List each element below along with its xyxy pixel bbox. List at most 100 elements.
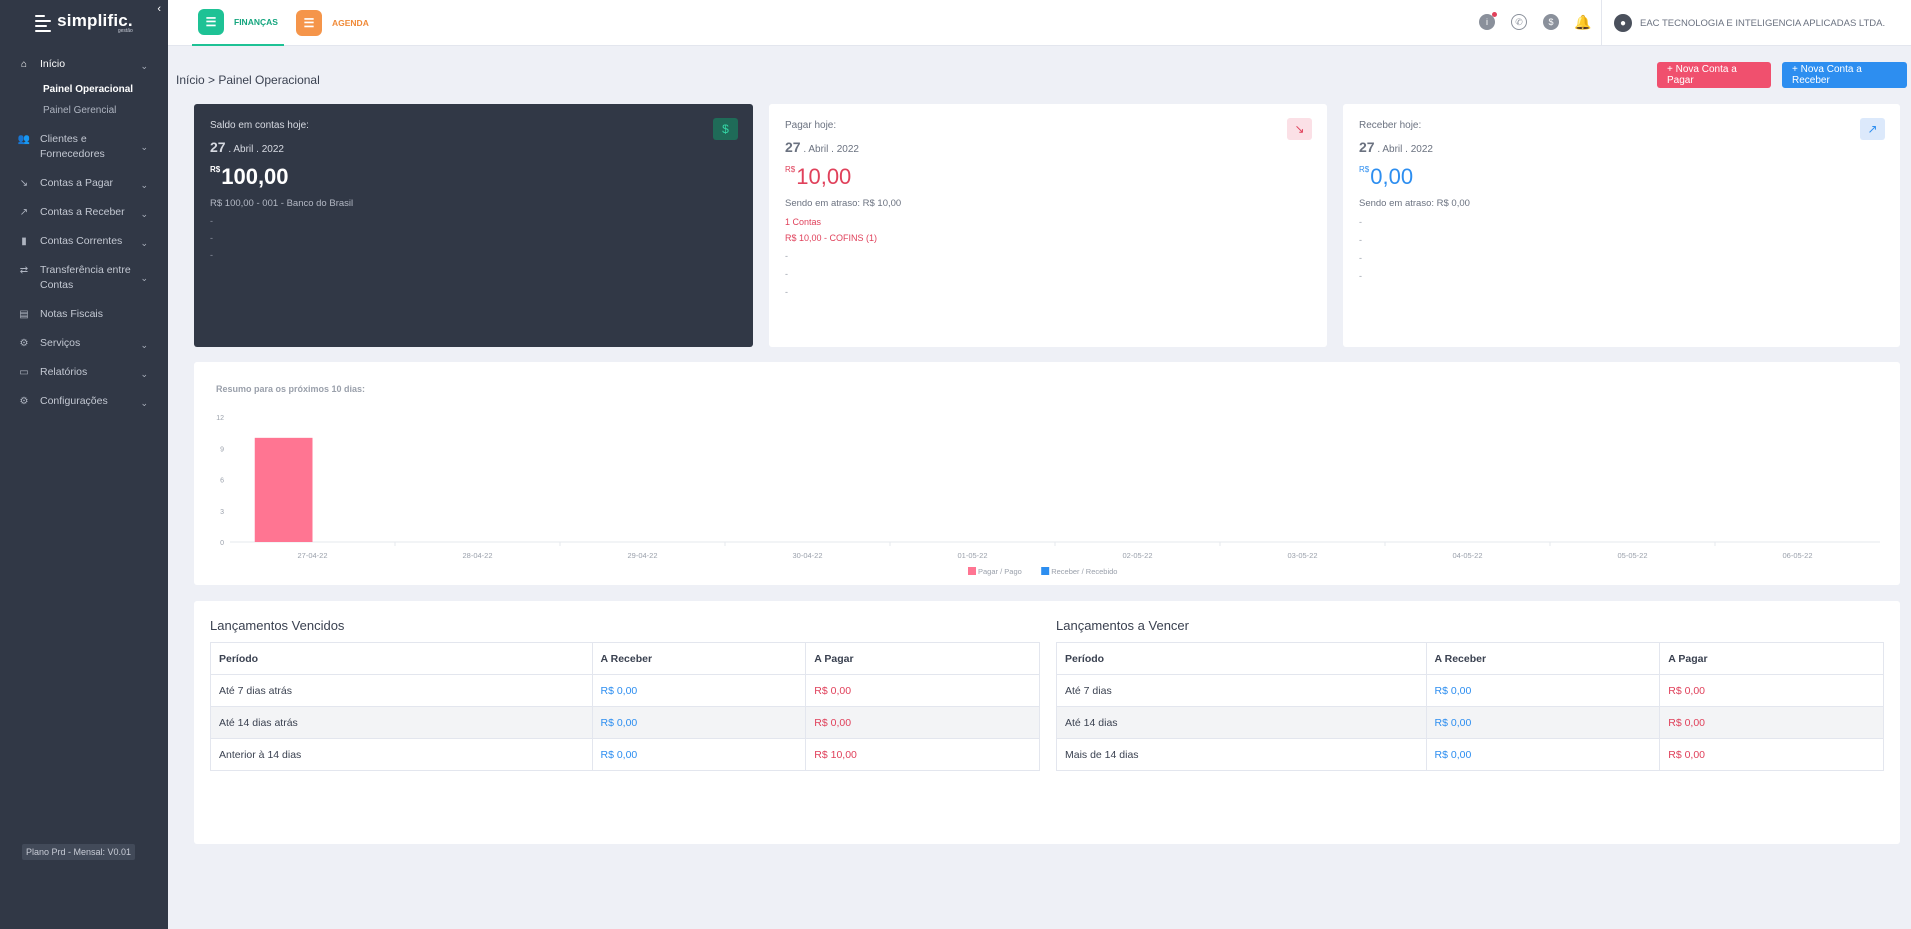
sidebar-item-label: Configurações — [40, 395, 108, 407]
tab-agenda[interactable]: ☰ AGENDA — [296, 0, 369, 46]
sidebar-subitem-painel-gerencial[interactable]: Painel Gerencial — [0, 100, 168, 121]
receivable-cell[interactable]: R$ 0,00 — [1425, 674, 1661, 707]
sidebar-item-label: Serviços — [40, 337, 81, 349]
new-payable-button[interactable]: + Nova Conta a Pagar — [1657, 62, 1771, 88]
tab-financas[interactable]: ☰ FINANÇAS — [192, 0, 284, 46]
brand-logo[interactable]: simplific. gestão — [0, 0, 168, 46]
bank-balance-line: R$ 100,00 - 001 - Banco do Brasil — [210, 198, 354, 209]
period-cell: Até 7 dias — [1056, 674, 1427, 707]
chevron-down-icon: ⌄ — [140, 340, 148, 350]
payable-cell[interactable]: R$ 0,00 — [1659, 674, 1884, 707]
sidebar-item-label: Início — [40, 58, 66, 70]
table-header-row: Período A Receber A Pagar — [210, 642, 1040, 675]
x-tick-label: 02-05-22 — [1122, 551, 1152, 560]
x-tick-label: 27-04-22 — [297, 551, 327, 560]
column-header: Período — [1056, 642, 1427, 675]
receivable-cell[interactable]: R$ 0,00 — [591, 738, 807, 771]
avatar: ● — [1614, 14, 1632, 32]
sidebar-item-contas-receber[interactable]: ↗ Contas a Receber ⌄ — [0, 198, 168, 227]
sidebar-item-notas-fiscais[interactable]: ▤ Notas Fiscais — [0, 300, 168, 329]
upcoming-table-title: Lançamentos a Vencer — [1056, 618, 1189, 633]
payable-cell[interactable]: R$ 0,00 — [1659, 706, 1884, 739]
report-icon: ▭ — [19, 366, 29, 378]
trend-down-icon: ↘ — [1287, 118, 1312, 140]
dollar-icon: $ — [713, 118, 738, 140]
sidebar-item-relatorios[interactable]: ▭ Relatórios ⌄ — [0, 358, 168, 387]
sidebar-item-contas-correntes[interactable]: ▮ Contas Correntes ⌄ — [0, 227, 168, 256]
notification-dot — [1492, 12, 1497, 17]
table-header-row: Período A Receber A Pagar — [1056, 642, 1884, 675]
bell-icon[interactable]: 🔔 — [1574, 14, 1591, 30]
receive-today-amount: R$ 0,00 — [1359, 164, 1414, 189]
topbar-icons: i ✆ $ 🔔 — [1479, 12, 1592, 30]
info-icon[interactable]: i — [1479, 12, 1497, 30]
y-tick-label: 0 — [220, 540, 224, 547]
placeholder-line: - — [785, 269, 788, 279]
card-date: 27 . Abril . 2022 — [210, 139, 284, 155]
accounts-count: 1 Contas — [785, 217, 822, 227]
receivable-cell[interactable]: R$ 0,00 — [591, 674, 807, 707]
sidebar: ‹ simplific. gestão ⌂ Início ⌄ Painel Op… — [0, 0, 168, 929]
y-tick-label: 12 — [216, 415, 224, 422]
column-header: A Receber — [591, 642, 807, 675]
pay-today-amount: R$ 10,00 — [785, 164, 852, 189]
whatsapp-icon[interactable]: ✆ — [1511, 14, 1527, 30]
sidebar-item-servicos[interactable]: ⚙ Serviços ⌄ — [0, 329, 168, 358]
sidebar-item-configuracoes[interactable]: ⚙ Configurações ⌄ — [0, 387, 168, 416]
upcoming-table: Período A Receber A Pagar Até 7 dias R$ … — [1056, 642, 1884, 771]
overdue-line: Sendo em atraso: R$ 10,00 — [785, 198, 902, 209]
card-title: Saldo em contas hoje: — [210, 120, 309, 131]
column-header: Período — [210, 642, 593, 675]
sidebar-item-label: Contas Correntes — [40, 235, 123, 247]
x-tick-label: 29-04-22 — [627, 551, 657, 560]
card-title: Receber hoje: — [1359, 120, 1422, 131]
sidebar-menu: ⌂ Início ⌄ Painel Operacional Painel Ger… — [0, 50, 168, 416]
chevron-down-icon: ⌄ — [140, 398, 148, 408]
user-menu[interactable]: ● EAC TECNOLOGIA E INTELIGENCIA APLICADA… — [1601, 0, 1911, 46]
payable-cell[interactable]: R$ 0,00 — [1659, 738, 1884, 771]
currency-icon[interactable]: $ — [1543, 14, 1559, 30]
table-row: Mais de 14 dias R$ 0,00 R$ 0,00 — [1056, 738, 1884, 771]
sidebar-item-contas-pagar[interactable]: ↘ Contas a Pagar ⌄ — [0, 169, 168, 198]
sidebar-item-inicio[interactable]: ⌂ Início ⌄ — [0, 50, 168, 79]
payable-cell[interactable]: R$ 0,00 — [805, 674, 1040, 707]
legend-label: Receber / Recebido — [1051, 567, 1117, 576]
x-tick-label: 01-05-22 — [957, 551, 987, 560]
placeholder-line: - — [785, 287, 788, 297]
column-header: A Pagar — [1659, 642, 1884, 675]
period-cell: Anterior à 14 dias — [210, 738, 593, 771]
payable-cell[interactable]: R$ 10,00 — [805, 738, 1040, 771]
new-receivable-button[interactable]: + Nova Conta a Receber — [1782, 62, 1907, 88]
sidebar-item-transferencia[interactable]: ⇄ Transferência entre Contas ⌄ — [0, 256, 168, 300]
chevron-down-icon: ⌄ — [140, 180, 148, 190]
card-date: 27 . Abril . 2022 — [785, 139, 859, 155]
sidebar-item-label: Relatórios — [40, 366, 88, 378]
column-header: A Pagar — [805, 642, 1040, 675]
placeholder-line: - — [785, 251, 788, 261]
receivable-cell[interactable]: R$ 0,00 — [591, 706, 807, 739]
sidebar-item-clientes[interactable]: 👥 Clientes e Fornecedores ⌄ — [0, 125, 168, 169]
logo-mark-icon — [35, 13, 53, 33]
y-tick-label: 3 — [220, 509, 224, 516]
receivable-cell[interactable]: R$ 0,00 — [1425, 738, 1661, 771]
card-date: 27 . Abril . 2022 — [1359, 139, 1433, 155]
home-icon: ⌂ — [20, 58, 28, 70]
sidebar-subitem-painel-operacional[interactable]: Painel Operacional — [0, 79, 168, 100]
collapse-sidebar-icon[interactable]: ‹ — [157, 3, 161, 15]
summary-chart-panel: Resumo para os próximos 10 dias: 0 3 6 9 12 2… — [194, 362, 1900, 585]
gear-icon: ⚙ — [19, 337, 29, 349]
account-item-link[interactable]: R$ 10,00 - COFINS (1) — [785, 233, 1311, 243]
summary-bar-chart: 0 3 6 9 12 27-04-22 28-04-22 29-04-22 30-04-22 01… — [216, 415, 1880, 576]
payable-cell[interactable]: R$ 0,00 — [805, 706, 1040, 739]
receivable-cell[interactable]: R$ 0,00 — [1425, 706, 1661, 739]
sidebar-item-label: Contas a Pagar — [40, 177, 113, 189]
period-cell: Mais de 14 dias — [1056, 738, 1427, 771]
legend-swatch — [968, 567, 976, 575]
period-cell: Até 7 dias atrás — [210, 674, 593, 707]
table-row: Anterior à 14 dias R$ 0,00 R$ 10,00 — [210, 738, 1040, 771]
period-cell: Até 14 dias — [1056, 706, 1427, 739]
users-icon: 👥 — [17, 133, 31, 145]
period-cell: Até 14 dias atrás — [210, 706, 593, 739]
balance-amount: R$ 100,00 — [210, 164, 289, 189]
entries-tables-panel: Lançamentos Vencidos Período A Receber A… — [194, 601, 1900, 844]
